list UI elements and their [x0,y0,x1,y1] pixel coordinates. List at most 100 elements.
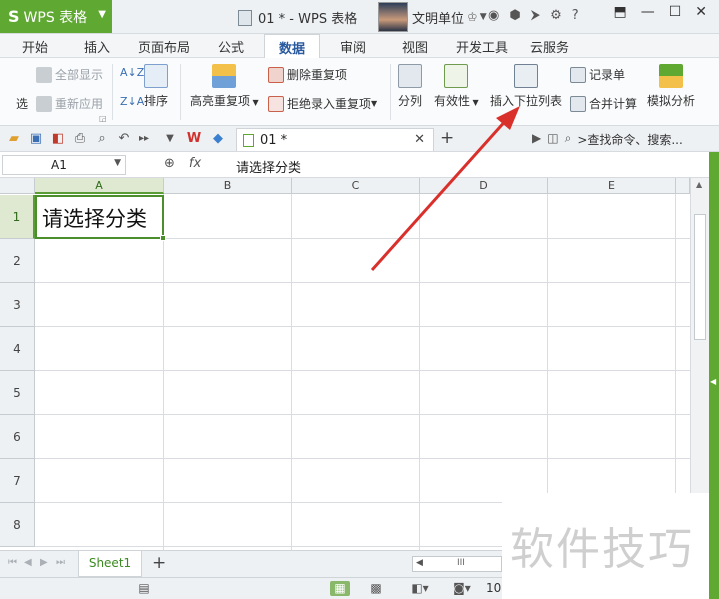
row-header-2[interactable]: 2 [0,239,35,283]
window-icon[interactable]: ◫ [547,131,558,148]
cube-icon[interactable]: ◆ [210,131,226,147]
tab-formula[interactable]: 公式 [218,37,244,56]
formula-bar: A1 ▼ ⊕ fx 请选择分类 [0,152,719,178]
tab-cloud[interactable]: 云服务 [530,37,569,56]
restore-tabs-icon[interactable]: ⬒ [613,4,626,20]
reading-mode-icon[interactable]: ◙▾ [448,581,476,596]
row-header-7[interactable]: 7 [0,459,35,503]
reject-dup-button[interactable]: 拒绝录入重复项 ▼ [268,95,377,112]
tab-review[interactable]: 审阅 [340,37,366,56]
row-header-3[interactable]: 3 [0,283,35,327]
tab-start[interactable]: 开始 [22,37,48,56]
record-form-button[interactable]: 记录单 [570,66,625,83]
user-account[interactable]: 文明单位 ♔ ▼ [378,2,487,32]
avatar[interactable] [378,2,408,32]
macro-record-icon[interactable]: ▤ [134,581,154,596]
zoom-formula-icon[interactable]: ⊕ [164,156,175,171]
redo-icon[interactable]: ▸▸ [136,131,152,147]
fill-handle[interactable] [160,235,166,241]
wps-logo-icon[interactable]: W [186,131,202,147]
row-header-6[interactable]: 6 [0,415,35,459]
formula-input[interactable]: 请选择分类 [228,155,712,176]
wps-app-menu-button[interactable]: S WPS 表格 ▼ [0,0,112,33]
save-icon[interactable]: ▣ [28,131,44,147]
undo-icon[interactable]: ↶ [116,131,132,147]
vertical-scrollbar[interactable]: ▲ [690,178,709,493]
reapply-button[interactable]: 重新应用 [36,95,103,112]
command-search-input[interactable]: >查找命令、搜索... [577,131,683,148]
tab-developer[interactable]: 开发工具 [456,37,508,56]
prev-sheet-icon[interactable]: ◀ [24,557,32,568]
scrollbar-grip[interactable]: III [457,558,465,568]
chevron-down-icon[interactable]: ▼ [480,12,487,22]
column-header-a[interactable]: A [35,178,164,194]
print-icon[interactable]: ⎙ [72,131,88,147]
first-sheet-icon[interactable]: ⏮ [8,557,17,568]
column-header-e[interactable]: E [548,178,676,194]
column-header-d[interactable]: D [420,178,548,194]
split-label: 分列 [398,94,423,108]
horizontal-scrollbar[interactable]: ◀ III [412,556,502,572]
page-break-view-icon[interactable]: ▩ [366,581,386,596]
document-tab[interactable]: 01 * ✕ [236,128,434,151]
tab-data[interactable]: 数据 [264,34,321,59]
scrollbar-thumb[interactable] [694,214,706,340]
command-search[interactable]: ▶ ◫ ⌕ >查找命令、搜索... [532,131,683,148]
column-header-f[interactable] [676,178,690,194]
cube-icon[interactable]: ⬢ [509,8,520,23]
print-preview-icon[interactable]: ⌕ [94,131,110,147]
export-pdf-icon[interactable]: ◧ [50,131,66,147]
validity-button[interactable]: 有效性 ▼ [434,64,479,109]
user-name[interactable]: 文明单位 [412,8,464,27]
insert-dropdown-list-button[interactable]: 插入下拉列表 [490,64,562,109]
last-sheet-icon[interactable]: ⏭ [56,557,65,568]
zoom-level[interactable]: 10 [486,581,501,595]
show-all-button[interactable]: 全部显示 [36,66,103,83]
row-header-5[interactable]: 5 [0,371,35,415]
normal-view-icon[interactable]: ▦ [330,581,350,596]
column-header-b[interactable]: B [164,178,292,194]
column-header-c[interactable]: C [292,178,420,194]
name-box[interactable]: A1 ▼ [2,155,126,175]
tab-insert[interactable]: 插入 [84,37,110,56]
tab-view[interactable]: 视图 [402,37,428,56]
cell-a1[interactable]: 请选择分类 [35,195,164,239]
add-sheet-button[interactable]: + [152,553,166,573]
row-header-4[interactable]: 4 [0,327,35,371]
next-sheet-icon[interactable]: ▶ [40,557,48,568]
app-name: WPS 表格 [23,9,88,26]
maximize-button[interactable]: ☐ [669,4,682,20]
simulate-analysis-button[interactable]: 模拟分析 [647,64,695,109]
sort-desc-icon[interactable]: Z↓A [120,95,144,108]
customize-toolbar-icon[interactable]: ▼ [162,131,178,147]
side-panel-toggle[interactable]: ◀ [709,152,719,599]
sort-asc-icon[interactable]: A↓Z [120,66,144,79]
play-icon[interactable]: ▶ [532,131,541,148]
row-header-1[interactable]: 1 [0,195,35,239]
sheet-tab-sheet1[interactable]: Sheet1 [78,551,142,577]
tab-page-layout[interactable]: 页面布局 [138,37,190,56]
row-header-8[interactable]: 8 [0,503,35,547]
open-folder-icon[interactable]: ▰ [6,131,22,147]
remove-dup-button[interactable]: 删除重复项 [268,66,347,83]
insert-function-button[interactable]: fx [189,156,201,171]
close-icon[interactable]: ✕ [414,132,425,147]
help-button[interactable]: ? [572,8,579,23]
filter-button[interactable]: 选 [16,95,28,112]
settings-icon[interactable]: ⚙ [550,8,562,23]
select-all-corner[interactable] [0,178,35,194]
split-button[interactable]: 分列 [398,64,422,109]
scroll-left-icon[interactable]: ◀ [416,558,423,568]
skin-icon[interactable]: ◉ [488,8,499,23]
highlight-dup-button[interactable]: 高亮重复项 ▼ [190,64,259,109]
eye-protection-icon[interactable]: ◧▾ [406,581,434,596]
consolidate-button[interactable]: 合并计算 [570,95,637,112]
close-button[interactable]: ✕ [695,4,707,20]
new-tab-button[interactable]: + [440,128,454,148]
minimize-button[interactable]: — [641,4,655,20]
sort-button[interactable]: 排序 [144,64,168,109]
scroll-up-icon[interactable]: ▲ [696,180,702,189]
chevron-down-icon[interactable]: ▼ [114,158,121,168]
share-icon[interactable]: ⮞ [531,8,540,23]
dialog-launcher-icon[interactable]: ◲ [99,114,107,123]
